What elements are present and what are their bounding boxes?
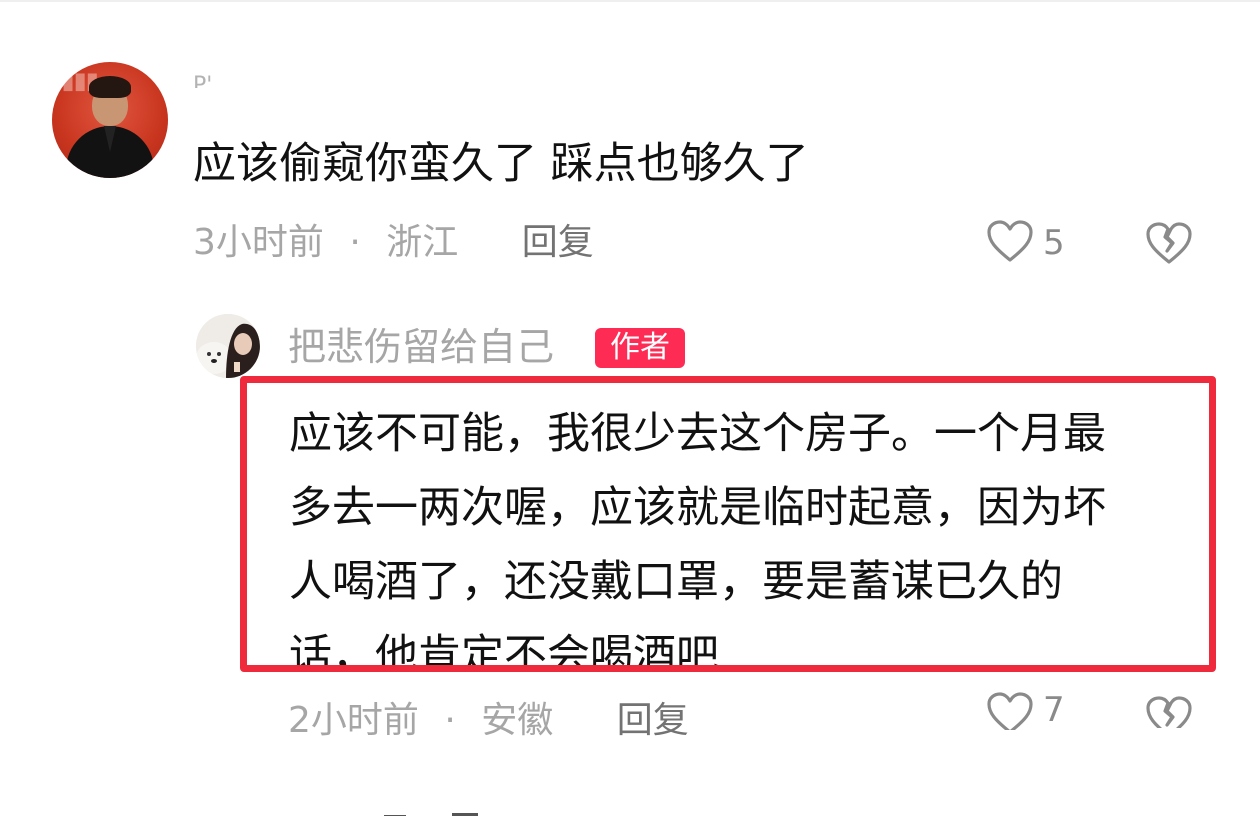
heart-outline-icon <box>985 690 1035 730</box>
author-badge: 作者 <box>595 328 685 368</box>
avatar-hair <box>89 76 131 98</box>
avatar-illustration <box>196 314 260 378</box>
reply-meta: 2小时前 · 安徽 回复 <box>288 696 689 746</box>
reply-text-line: 话，他肯定不会喝酒吧 <box>289 631 719 672</box>
dislike-button[interactable] <box>1143 692 1195 728</box>
comment-location: 浙江 <box>386 222 459 263</box>
reply-text-line: 多去一两次喔，应该就是临时起意，因为坏 <box>289 483 1106 533</box>
next-comment-fragment <box>382 806 502 816</box>
reply-text: 应该不可能，我很少去这个房子。一个月最 多去一两次喔，应该就是临时起意，因为坏 … <box>289 397 1204 672</box>
broken-heart-icon <box>1143 222 1195 272</box>
comment-text: 应该偷窥你蛮久了 踩点也够久了 <box>193 139 809 189</box>
reply-username[interactable]: 把悲伤留给自己 <box>288 322 554 372</box>
reply-button[interactable]: 回复 <box>617 700 689 741</box>
bottom-fade <box>0 760 1260 816</box>
highlight-box: 应该不可能，我很少去这个房子。一个月最 多去一两次喔，应该就是临时起意，因为坏 … <box>240 376 1216 672</box>
comment-thread: ▮▮▮ P' 应该偷窥你蛮久了 踩点也够久了 3小时前 · 浙江 回复 5 把悲… <box>0 0 1260 816</box>
avatar[interactable]: ▮▮▮ <box>52 62 168 178</box>
reply-time: 2小时前 <box>288 700 419 741</box>
comment-time: 3小时前 <box>193 222 324 263</box>
like-count: 5 <box>1043 223 1065 263</box>
commenter-username[interactable]: P' <box>193 66 233 88</box>
reply-text-line: 应该不可能，我很少去这个房子。一个月最 <box>289 409 1106 459</box>
like-button[interactable]: 5 <box>985 218 1065 268</box>
reply-text-line: 人喝酒了，还没戴口罩，要是蓄谋已久的 <box>289 557 1063 607</box>
divider <box>0 0 1260 2</box>
meta-separator: · <box>349 222 361 263</box>
like-button[interactable]: 7 <box>985 690 1065 730</box>
reply-location: 安徽 <box>481 700 554 741</box>
reply-avatar[interactable] <box>196 314 260 378</box>
meta-separator: · <box>444 700 456 741</box>
dislike-button[interactable] <box>1143 218 1195 268</box>
comment-meta: 3小时前 · 浙江 回复 <box>193 218 594 268</box>
reply-button[interactable]: 回复 <box>522 222 594 263</box>
broken-heart-icon <box>1143 696 1195 728</box>
like-count: 7 <box>1043 690 1065 730</box>
heart-outline-icon <box>985 218 1035 268</box>
